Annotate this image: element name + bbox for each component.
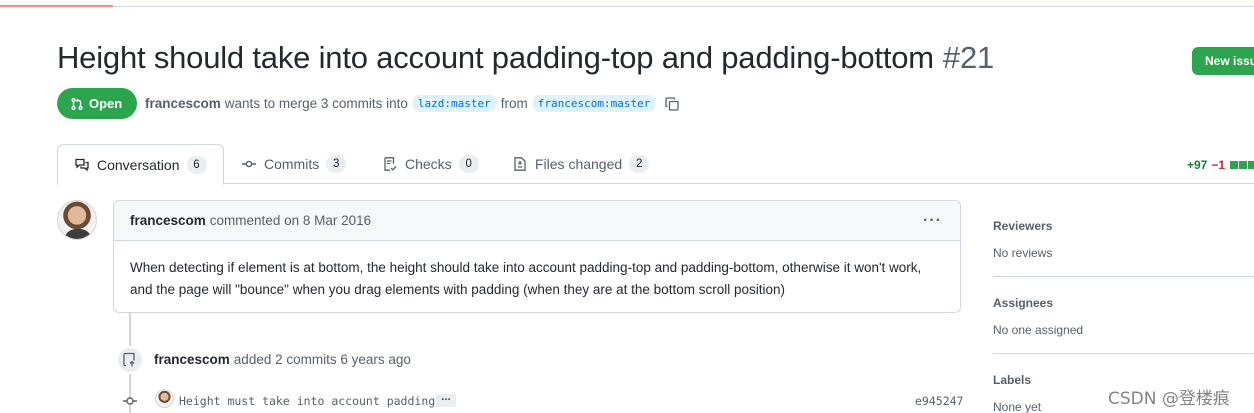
tab-conversation[interactable]: Conversation 6 <box>57 144 224 185</box>
event-author-link[interactable]: francescom <box>154 352 230 367</box>
kebab-horizontal-icon[interactable]: ··· <box>923 212 942 230</box>
tab-label: Files changed <box>535 156 623 172</box>
comment-timestamp[interactable]: commented on 8 Mar 2016 <box>210 213 371 228</box>
repo-push-icon <box>123 352 135 367</box>
head-branch[interactable]: francescom:master <box>532 95 656 112</box>
pr-title: Height should take into account padding-… <box>57 40 934 75</box>
tab-checks[interactable]: Checks 0 <box>382 144 479 184</box>
sidebar-reviewers-heading[interactable]: Reviewers <box>993 219 1254 233</box>
file-diff-icon <box>514 157 526 171</box>
copy-icon[interactable] <box>664 96 680 112</box>
git-pull-request-icon <box>71 97 83 110</box>
sidebar-reviewers-value: No reviews <box>993 246 1053 260</box>
expand-commit-button[interactable]: … <box>436 393 456 407</box>
tab-counter: 3 <box>326 155 347 173</box>
timeline-event-text: francescom added 2 commits 6 years ago <box>154 352 411 367</box>
from-text: from <box>500 96 528 111</box>
state-label: Open <box>89 96 123 111</box>
commit-sha-link[interactable]: e945247 <box>915 394 963 408</box>
watermark: CSDN @登楼痕 <box>1108 389 1230 409</box>
checklist-icon <box>384 157 397 171</box>
tab-files-changed[interactable]: Files changed 2 <box>512 144 650 184</box>
event-description: added 2 commits 6 years ago <box>233 352 411 367</box>
top-nav-underline <box>0 0 1254 7</box>
pr-tabs: Conversation 6 Commits 3 Checks 0 Files … <box>57 144 1254 185</box>
comment-author-link[interactable]: francescom <box>130 213 206 228</box>
comment-box: francescom commented on 8 Mar 2016 ··· W… <box>113 200 961 313</box>
sidebar-reviewers: Reviewers No reviews <box>993 219 1254 277</box>
commit-message-link[interactable]: Height must take into account padding <box>179 394 435 408</box>
comment-header: francescom commented on 8 Mar 2016 <box>114 201 960 241</box>
comment-discussion-icon <box>75 158 89 171</box>
tab-label: Commits <box>264 156 320 172</box>
diffstat-blocks <box>1230 161 1254 169</box>
comment-body: When detecting if element is at bottom, … <box>130 260 922 297</box>
tab-label: Checks <box>405 156 452 172</box>
sidebar-assignees-value: No one assigned <box>993 323 1084 337</box>
tab-counter: 2 <box>629 155 650 173</box>
base-branch[interactable]: lazd:master <box>412 95 496 112</box>
page-title: Height should take into account padding-… <box>57 40 994 76</box>
merge-text: wants to merge 3 commits into <box>224 96 408 111</box>
sidebar-assignees: Assignees No one assigned <box>993 296 1254 354</box>
timeline-event-badge <box>116 346 144 374</box>
diffstat-deletions: −1 <box>1211 158 1226 172</box>
sidebar-assignees-heading[interactable]: Assignees <box>993 296 1254 310</box>
tab-counter: 6 <box>186 155 207 174</box>
state-badge-open: Open <box>57 88 137 119</box>
pr-number: #21 <box>942 40 995 75</box>
git-commit-icon <box>242 160 256 168</box>
pr-meta: francescom wants to merge 3 commits into… <box>145 95 680 112</box>
git-commit-icon <box>123 397 137 405</box>
tab-counter: 0 <box>458 155 479 173</box>
new-issue-button[interactable]: New issue <box>1192 47 1254 75</box>
pr-author-link[interactable]: francescom <box>145 96 221 111</box>
active-nav-indicator <box>0 0 113 7</box>
tab-commits[interactable]: Commits 3 <box>241 144 347 184</box>
diffstat-additions: +97 <box>1187 158 1208 172</box>
author-avatar[interactable] <box>57 200 97 240</box>
commit-author-avatar[interactable] <box>155 389 174 408</box>
tab-label: Conversation <box>97 156 180 173</box>
diffstat: +97 −1 <box>1187 158 1254 172</box>
